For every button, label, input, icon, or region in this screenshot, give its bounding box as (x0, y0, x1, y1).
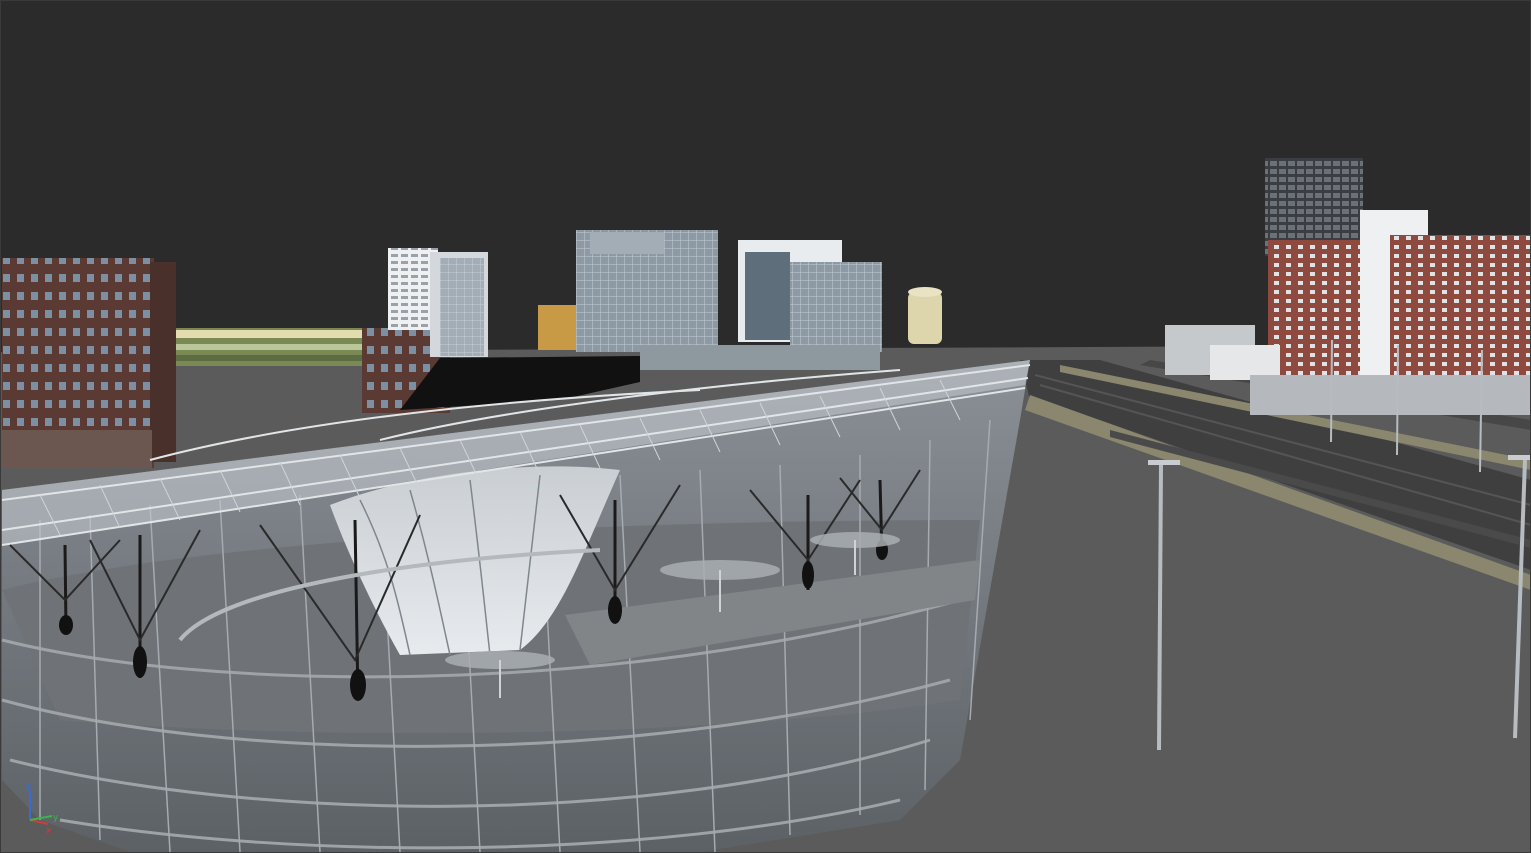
x-axis-label: x (46, 826, 52, 835)
yellow-historic-building (538, 305, 580, 350)
y-axis-line (29, 815, 53, 821)
brick-office-building-left (2, 258, 176, 468)
x-axis-line (29, 819, 49, 825)
z-axis-label: z (26, 782, 31, 792)
axis-gizmo: z x y (26, 782, 59, 835)
low-station-building (176, 328, 366, 366)
3d-viewport[interactable]: z x y (0, 0, 1531, 853)
scene-render[interactable] (0, 0, 1531, 853)
glass-office-towers (576, 230, 882, 370)
y-axis-label: y (53, 813, 59, 823)
residential-towers-right (1165, 158, 1531, 415)
cream-cylindrical-building (908, 287, 942, 344)
